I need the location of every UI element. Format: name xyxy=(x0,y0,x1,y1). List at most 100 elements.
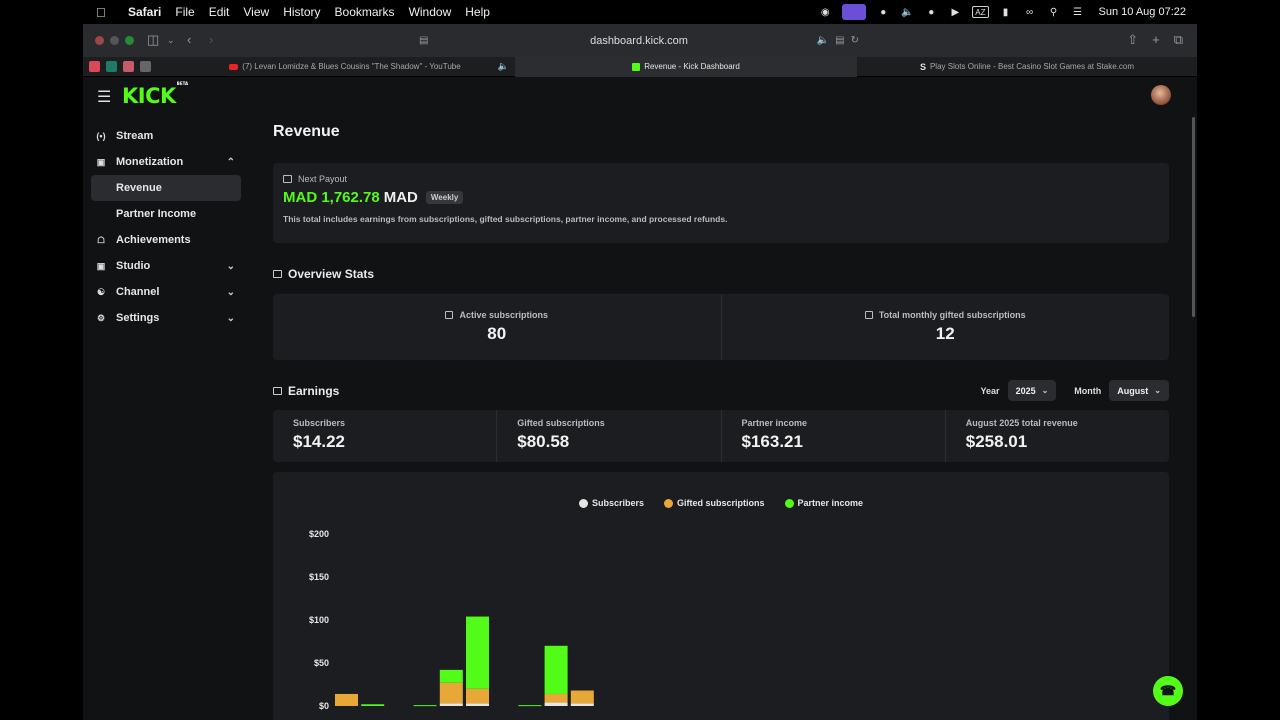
tab-overview-icon[interactable]: ⧉ xyxy=(1174,32,1183,48)
reload-icon[interactable]: ↻ xyxy=(851,35,859,46)
chart-bar-segment[interactable] xyxy=(544,702,568,706)
sidebar-toggle-icon[interactable]: ◫ xyxy=(147,32,159,48)
input-source-icon[interactable]: AZ xyxy=(972,6,989,18)
sidebar-item-studio[interactable]: ▣ Studio ⌄ xyxy=(91,253,241,279)
kick-dashboard-page: ☰ KICKBETA (•) Stream ▣ Monetization ⌃ R… xyxy=(83,77,1197,720)
share-icon[interactable]: ⇧ xyxy=(1127,32,1138,48)
page-settings-icon[interactable]: ▤ xyxy=(419,35,428,46)
menu-view[interactable]: View xyxy=(243,5,269,19)
forward-button[interactable]: › xyxy=(209,32,213,47)
chart-bar-segment[interactable] xyxy=(570,703,594,706)
sidebar-item-settings[interactable]: ⚙ Settings ⌄ xyxy=(91,305,241,331)
menu-history[interactable]: History xyxy=(283,5,320,19)
sidebar-item-partner-income[interactable]: Partner Income xyxy=(91,201,241,227)
tab-stake[interactable]: S Play Slots Online - Best Casino Slot G… xyxy=(857,57,1197,77)
trophy-icon: ☖ xyxy=(96,234,106,245)
battery-icon[interactable]: ▮ xyxy=(999,5,1013,19)
month-select[interactable]: August ⌄ xyxy=(1109,380,1169,401)
chart-bar-segment[interactable] xyxy=(466,616,489,689)
menu-window[interactable]: Window xyxy=(409,5,452,19)
next-payout-label: Next Payout xyxy=(283,174,1159,184)
chart-bar-segment[interactable] xyxy=(335,693,358,706)
address-bar[interactable]: ▤ dashboard.kick.com 🔈 ▤ ↻ xyxy=(413,30,865,51)
tab-kick-dashboard[interactable]: Revenue - Kick Dashboard xyxy=(515,56,857,77)
earnings-card-gifted: Gifted subscriptions $80.58 xyxy=(496,410,721,462)
sidebar-item-monetization[interactable]: ▣ Monetization ⌃ xyxy=(91,149,241,175)
window-controls xyxy=(95,36,134,45)
menubar-clock[interactable]: Sun 10 Aug 07:22 xyxy=(1099,6,1186,18)
chart-icon: ▣ xyxy=(96,156,106,167)
sidebar-item-stream[interactable]: (•) Stream xyxy=(91,123,241,149)
minimize-window-button[interactable] xyxy=(110,36,119,45)
chart-bar-segment[interactable] xyxy=(570,690,594,704)
chevron-up-icon: ⌃ xyxy=(226,156,235,168)
kick-logo[interactable]: KICKBETA xyxy=(122,81,188,108)
new-tab-icon[interactable]: + xyxy=(1152,32,1160,48)
pinned-tab-icon[interactable] xyxy=(123,61,134,72)
chevron-down-icon: ⌄ xyxy=(1041,386,1049,395)
chart-bar-segment[interactable] xyxy=(439,682,463,704)
zoom-window-button[interactable] xyxy=(125,36,134,45)
chart-bar-segment[interactable] xyxy=(518,705,542,707)
stat-monthly-gifted-subscriptions: Total monthly gifted subscriptions 12 xyxy=(720,294,1170,360)
volume-icon[interactable]: 🔈 xyxy=(900,5,914,19)
stat-active-subscriptions: Active subscriptions 80 xyxy=(273,294,721,360)
sidebar: (•) Stream ▣ Monetization ⌃ Revenue Part… xyxy=(91,123,241,331)
sidebar-item-label: Studio xyxy=(116,260,151,272)
user-icon[interactable]: ● xyxy=(924,5,938,19)
tab-title: Revenue - Kick Dashboard xyxy=(644,62,740,71)
hamburger-menu-icon[interactable]: ☰ xyxy=(97,87,111,107)
earnings-card-label: Partner income xyxy=(741,418,808,428)
play-icon[interactable]: ▶ xyxy=(948,5,962,19)
earnings-card-value: $14.22 xyxy=(293,432,345,451)
audio-playing-icon[interactable]: 🔈 xyxy=(817,35,829,46)
chart-bar-segment[interactable] xyxy=(439,703,463,706)
status-circle-icon[interactable]: ● xyxy=(876,5,890,19)
menu-file[interactable]: File xyxy=(175,5,194,19)
link-icon[interactable]: ∞ xyxy=(1023,5,1037,19)
pinned-tab-icon[interactable] xyxy=(106,61,117,72)
menu-bookmarks[interactable]: Bookmarks xyxy=(335,5,395,19)
overview-stats-card: Active subscriptions 80 Total monthly gi… xyxy=(273,294,1169,360)
earnings-header: Earnings Year 2025 ⌄ Month August ⌄ xyxy=(273,380,1169,402)
earnings-card-value: $80.58 xyxy=(517,432,570,451)
screen-record-icon[interactable] xyxy=(842,4,867,20)
close-window-button[interactable] xyxy=(95,36,104,45)
page-scrollbar[interactable] xyxy=(1192,117,1195,317)
chart-bar-segment[interactable] xyxy=(544,693,568,703)
back-button[interactable]: ‹ xyxy=(187,32,191,47)
chart-bar-segment[interactable] xyxy=(413,705,437,707)
chevron-down-icon: ⌄ xyxy=(226,312,235,324)
year-select[interactable]: 2025 ⌄ xyxy=(1007,380,1057,401)
chart-bar-segment[interactable] xyxy=(544,645,568,694)
logo-text: KICK xyxy=(122,84,176,108)
chart-bar-segment[interactable] xyxy=(439,669,463,683)
support-chat-button[interactable]: ☎ xyxy=(1153,676,1183,706)
control-center-icon[interactable]: ☰ xyxy=(1071,5,1085,19)
tab-title: Play Slots Online - Best Casino Slot Gam… xyxy=(929,62,1135,71)
avatar[interactable] xyxy=(1151,85,1171,105)
apple-icon[interactable]:  xyxy=(96,5,116,20)
sidebar-item-channel[interactable]: ☯ Channel ⌄ xyxy=(91,279,241,305)
overview-stats-title: Overview Stats xyxy=(273,264,1169,284)
chart-bar-segment[interactable] xyxy=(466,688,489,704)
translate-icon[interactable]: ▤ xyxy=(835,35,844,46)
sidebar-item-achievements[interactable]: ☖ Achievements xyxy=(91,227,241,253)
pinned-tab-icon[interactable] xyxy=(89,61,100,72)
earnings-card-label: August 2025 total revenue xyxy=(965,418,1078,428)
menu-help[interactable]: Help xyxy=(465,5,490,19)
menu-app-name[interactable]: Safari xyxy=(128,5,161,19)
chart-plot: $200 $150 $100 $50 $0 xyxy=(309,529,594,711)
speaker-icon[interactable]: 🔈 xyxy=(498,61,509,72)
sidebar-item-revenue[interactable]: Revenue xyxy=(91,175,241,201)
search-icon[interactable]: ⚲ xyxy=(1047,5,1061,19)
stat-label: Active subscriptions xyxy=(459,310,549,320)
chart-bar-segment[interactable] xyxy=(466,703,489,706)
status-app-icon[interactable]: ◉ xyxy=(818,5,832,19)
chart-bar-segment[interactable] xyxy=(361,704,385,706)
chevron-down-icon[interactable]: ⌄ xyxy=(167,35,175,46)
stat-value: 12 xyxy=(935,324,955,343)
menu-edit[interactable]: Edit xyxy=(209,5,230,19)
tab-youtube[interactable]: (7) Levan Lomidze & Blues Cousins "The S… xyxy=(175,57,515,77)
pinned-tab-icon[interactable] xyxy=(140,61,151,72)
